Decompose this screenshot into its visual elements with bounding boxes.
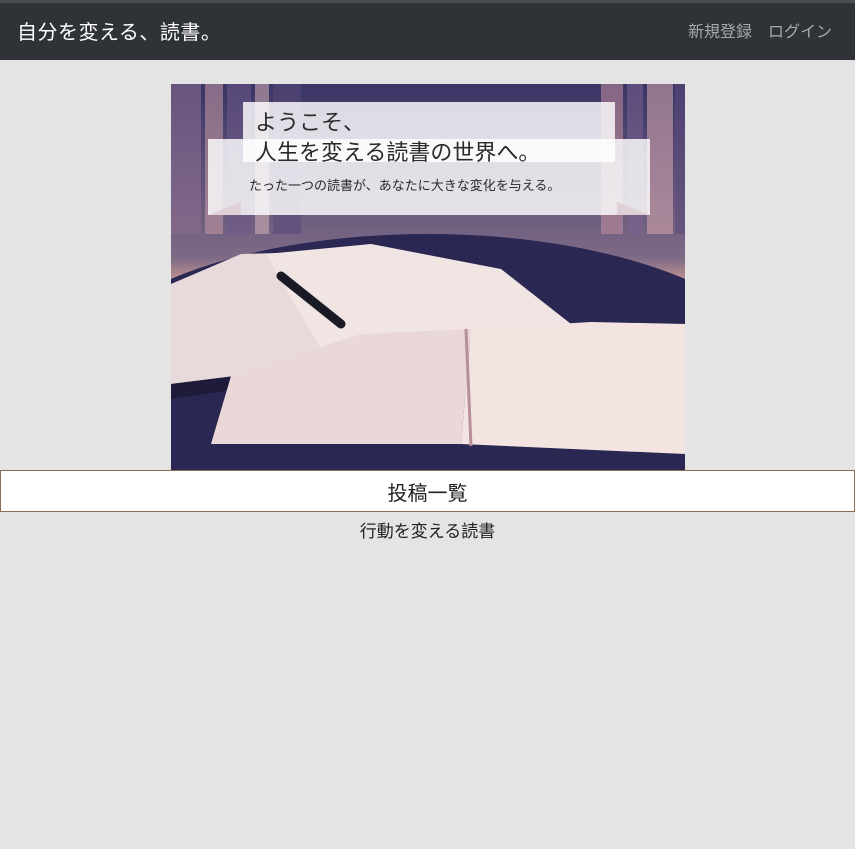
- post-list-button[interactable]: 投稿一覧: [0, 470, 855, 512]
- hero-tagline-text: たった一つの読書が、あなたに大きな変化を与える。: [249, 178, 560, 194]
- navbar: 自分を変える、読書。 新規登録 ログイン: [0, 3, 855, 60]
- hero-title-text: 人生を変える読書の世界へ。: [255, 141, 540, 166]
- signup-link[interactable]: 新規登録: [688, 22, 752, 42]
- login-link[interactable]: ログイン: [768, 22, 832, 42]
- hero-welcome-text: ようこそ、: [255, 111, 365, 136]
- site-brand-link[interactable]: 自分を変える、読書。: [17, 19, 221, 45]
- nav-links: 新規登録 ログイン: [688, 22, 832, 42]
- post-link[interactable]: 行動を変える読書: [0, 520, 855, 544]
- hero-illustration: ようこそ、 人生を変える読書の世界へ。 たった一つの読書が、あなたに大きな変化を…: [171, 84, 685, 470]
- hero-image: ようこそ、 人生を変える読書の世界へ。 たった一つの読書が、あなたに大きな変化を…: [171, 84, 685, 470]
